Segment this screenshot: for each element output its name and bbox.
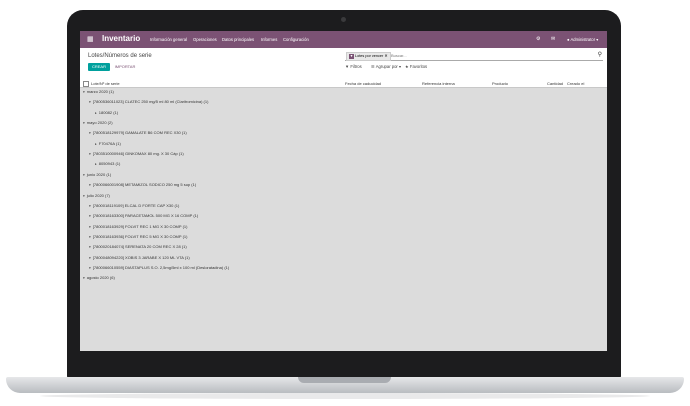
subgroup-row[interactable]: ▾ [7800018119109] ELCAL D FORTE CAP X30 (… (89, 203, 179, 208)
subgroup-row[interactable]: ▾ [7800066010559] DIASTAPLUS S.O. 2,5mg/5… (89, 265, 229, 270)
user-menu[interactable]: ● Administrator ▾ (567, 37, 598, 42)
group-row[interactable]: ▾ mayo 2020 (2) (83, 120, 113, 125)
table-header: Lote/Nº de serie Fecha de caducidad Refe… (80, 80, 607, 88)
group-label: [7800066010559] DIASTAPLUS S.O. 2,5mg/5m… (92, 264, 230, 270)
subgroup-row[interactable]: ▾ [7800518129979] GAMALATE B6 COM REC X30… (89, 130, 187, 135)
caret-icon: ▾ (89, 265, 91, 270)
column-created-on[interactable]: Creado el (567, 81, 584, 86)
search-input[interactable]: Buscar... (391, 52, 407, 60)
column-expiration[interactable]: Fecha de caducidad (345, 81, 381, 86)
caret-icon: ▾ (89, 152, 91, 157)
column-lot[interactable]: Lote/Nº de serie (91, 81, 120, 86)
caret-icon: ▾ (89, 131, 91, 136)
caret-icon: ▾ (89, 183, 91, 188)
caret-icon: ▾ (89, 214, 91, 219)
top-navbar: ▦ Inventario Información general Operaci… (80, 31, 607, 48)
caret-icon: ▾ (83, 276, 85, 281)
user-name: Administrator (570, 37, 596, 42)
group-label: [7800518129979] GAMALATE B6 COM REC X30 … (92, 130, 187, 136)
breadcrumb: Lotes/Números de serie (88, 53, 152, 59)
group-row[interactable]: ▾ marzo 2020 (1) (83, 89, 114, 94)
group-by-label: Agrupar por (375, 64, 398, 69)
caret-icon: ▾ (83, 90, 85, 94)
subgroup-row[interactable]: ▾ [7800018163300] PARACETAMOL 500 MG X 16… (89, 213, 198, 218)
caret-icon: ▾ (89, 203, 91, 208)
caret-icon: ▾ (89, 255, 91, 260)
group-by-button[interactable]: ☰ Agrupar por ▾ (371, 64, 401, 69)
group-row[interactable]: ▾ julio 2020 (7) (83, 193, 110, 198)
caret-icon: ▾ (89, 100, 91, 105)
group-label: mayo 2020 (2) (86, 120, 113, 126)
favorites-button[interactable]: ★ Favoritos (405, 64, 427, 69)
caret-icon: ▸ (95, 141, 97, 146)
group-label: [7800018163936] FOLVIT REC 5 MG X 30 COM… (92, 233, 188, 239)
facet-label: Lotes por vencer (355, 54, 384, 58)
subgroup-row[interactable]: ▸ 8050943 (1) (95, 161, 120, 166)
subgroup-row[interactable]: ▾ [7800020184074] SERENATA 20 COM REC X 2… (89, 244, 187, 249)
caret-icon: ▾ (89, 224, 91, 229)
menu-configuration[interactable]: Configuración (283, 37, 309, 42)
group-row[interactable]: ▾ junio 2020 (1) (83, 172, 111, 177)
group-label: julio 2020 (7) (86, 192, 110, 198)
group-label: 180082 (1) (98, 109, 119, 115)
menu-master-data[interactable]: Datos principales (222, 37, 254, 42)
caret-icon: ▸ (95, 110, 97, 115)
facet-remove-icon[interactable]: ✕ (384, 54, 387, 58)
caret-icon: ▾ (83, 193, 85, 198)
group-label: 8050943 (1) (98, 161, 121, 167)
subgroup-row[interactable]: ▾ [7803510000946] GINKOMAX 80 mg. X 30 Cá… (89, 151, 184, 156)
control-panel: Lotes/Números de serie CREAR IMPORTAR ▼ L… (80, 48, 607, 81)
webcam (341, 17, 346, 22)
group-row[interactable]: ▾ agosto 2020 (6) (83, 275, 115, 280)
subgroup-row[interactable]: ▾ [7800048094220] XOBIS 3 JARABE X 120 ML… (89, 255, 190, 260)
chat-icon[interactable]: ✉ (551, 36, 555, 42)
activity-icon[interactable]: ⚙ (536, 36, 540, 42)
filter-icon: ▼ (349, 53, 354, 59)
laptop-screen: ▦ Inventario Información general Operaci… (80, 31, 607, 351)
laptop-shadow (40, 393, 650, 399)
caret-icon: ▾ (83, 172, 85, 177)
group-label: junio 2020 (1) (86, 171, 112, 177)
subgroup-row[interactable]: ▸ 180082 (1) (95, 110, 118, 115)
app-title[interactable]: Inventario (102, 34, 140, 43)
favorites-label: Favoritos (409, 64, 428, 69)
subgroup-row[interactable]: ▾ [7800066001908] METAMIZOL SODICO 250 mg… (89, 182, 196, 187)
column-quantity[interactable]: Cantidad (547, 81, 563, 86)
subgroup-row[interactable]: ▸ F70476A (1) (95, 141, 121, 146)
search-icon[interactable]: ⚲ (598, 51, 602, 58)
group-label: [7803510000946] GINKOMAX 80 mg. X 30 Cáp… (92, 151, 184, 157)
menu-operations[interactable]: Operaciones (193, 37, 217, 42)
group-label: [7800048094220] XOBIS 3 JARABE X 120 ML … (92, 254, 190, 260)
group-label: [7800020184074] SERENATA 20 COM REC X 28… (92, 244, 187, 250)
group-label: [7800018163300] PARACETAMOL 500 MG X 16 … (92, 213, 199, 219)
select-all-checkbox[interactable] (83, 81, 89, 87)
caret-icon: ▾ (89, 245, 91, 250)
column-product[interactable]: Producto (492, 81, 508, 86)
create-button[interactable]: CREAR (88, 63, 110, 71)
filters-button[interactable]: ▼ Filtros (345, 64, 362, 69)
import-button[interactable]: IMPORTAR (114, 63, 136, 71)
search-bar[interactable]: ▼ Lotes por vencer ✕ Buscar... ⚲ (345, 51, 603, 61)
laptop-notch (298, 377, 391, 383)
search-facet[interactable]: ▼ Lotes por vencer ✕ (346, 52, 391, 61)
subgroup-row[interactable]: ▾ [7800018163936] FOLVIT REC 5 MG X 30 CO… (89, 234, 187, 239)
caret-icon: ▾ (89, 234, 91, 239)
group-label: agosto 2020 (6) (86, 275, 115, 281)
group-label: [7800536011023] CLATEC 250 mg/5 ml 80 ml… (92, 99, 209, 105)
group-label: [7800018119109] ELCAL D FORTE CAP X30 (1… (92, 202, 180, 208)
subgroup-row[interactable]: ▾ [7800536011023] CLATEC 250 mg/5 ml 80 m… (89, 99, 208, 104)
group-label: [7800066001908] METAMIZOL SODICO 250 mg … (92, 182, 197, 188)
menu-general-info[interactable]: Información general (150, 37, 187, 42)
group-label: [7800018163929] FOLVIT REC 1 MG X 30 COM… (92, 223, 188, 229)
menu-reports[interactable]: Informes (261, 37, 277, 42)
filters-label: Filtros (350, 64, 362, 69)
group-label: marzo 2020 (1) (86, 89, 114, 94)
subgroup-row[interactable]: ▾ [7800018163929] FOLVIT REC 1 MG X 30 CO… (89, 224, 187, 229)
group-label: F70476A (1) (98, 140, 121, 146)
apps-menu-icon[interactable]: ▦ (87, 36, 94, 43)
caret-icon: ▾ (83, 121, 85, 126)
caret-icon: ▸ (95, 162, 97, 167)
column-internal-ref[interactable]: Referencia interna (422, 81, 455, 86)
